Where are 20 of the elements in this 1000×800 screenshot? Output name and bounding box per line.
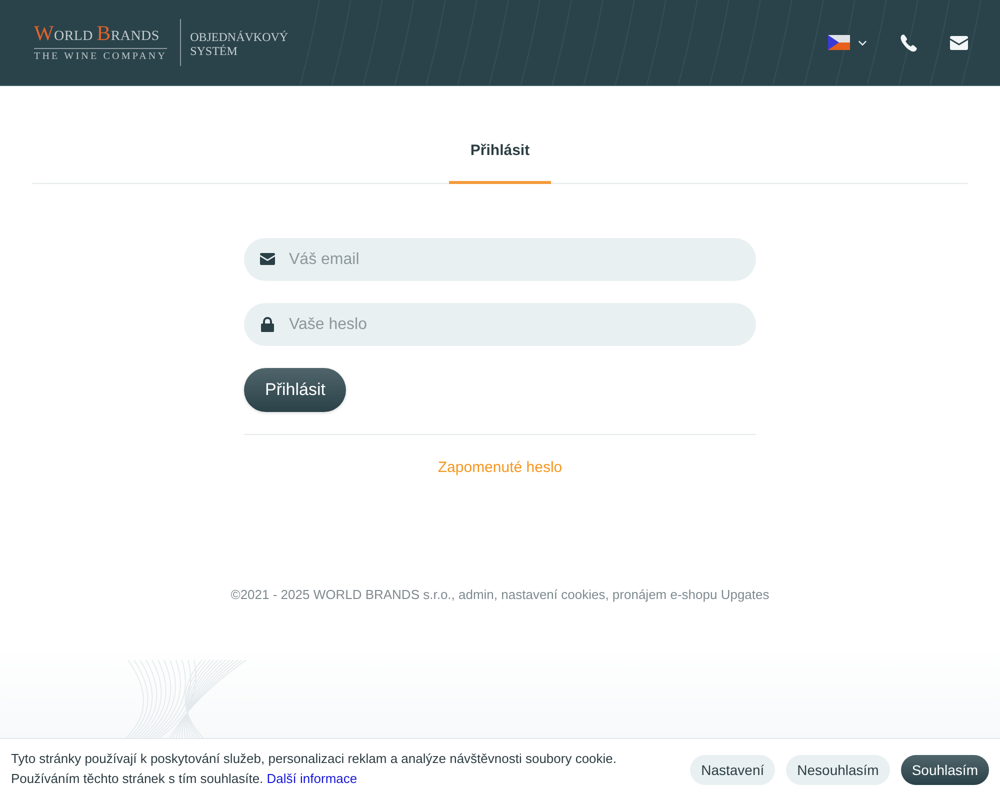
cookie-button[interactable]: Nesouhlasím [786,755,890,785]
envelope-icon[interactable] [950,36,968,50]
email-field[interactable]: Váš email [244,238,756,281]
phone-icon[interactable] [900,34,918,52]
cookie-button[interactable]: Nastavení [690,755,776,785]
more-info-link[interactable]: Další informace [266,771,358,786]
brand-tagline: THE WINE COMPANY [34,50,168,62]
login-button[interactable]: Přihlásit [244,368,346,412]
lock-icon [261,317,274,332]
chevron-down-icon [858,40,867,46]
language-button[interactable] [828,35,867,50]
login-tab[interactable]: Přihlásit [449,126,551,184]
system-subtitle: OBJEDNÁVKOVÝ SYSTÉM [190,28,290,58]
brand-name[interactable]: WORLD BRANDS [34,22,168,48]
accept-button[interactable]: Souhlasím [900,755,989,785]
envelope-icon [260,253,275,265]
cookie-message: Tyto stránky používají k poskytování služeb, personalizaci reklam a analýze návštěvnosti soubory cookie. Používáním těchto stránek s tím souhlasíte. Další informace [11,750,618,788]
czech-flag-icon [828,35,850,50]
footer-copyright: ©2021 - 2025 WORLD BRANDS s.r.o., admin, nastavení cookies, pronájem e-shopu Upgates [230,587,770,603]
password-field[interactable]: Vaše heslo [244,303,756,346]
